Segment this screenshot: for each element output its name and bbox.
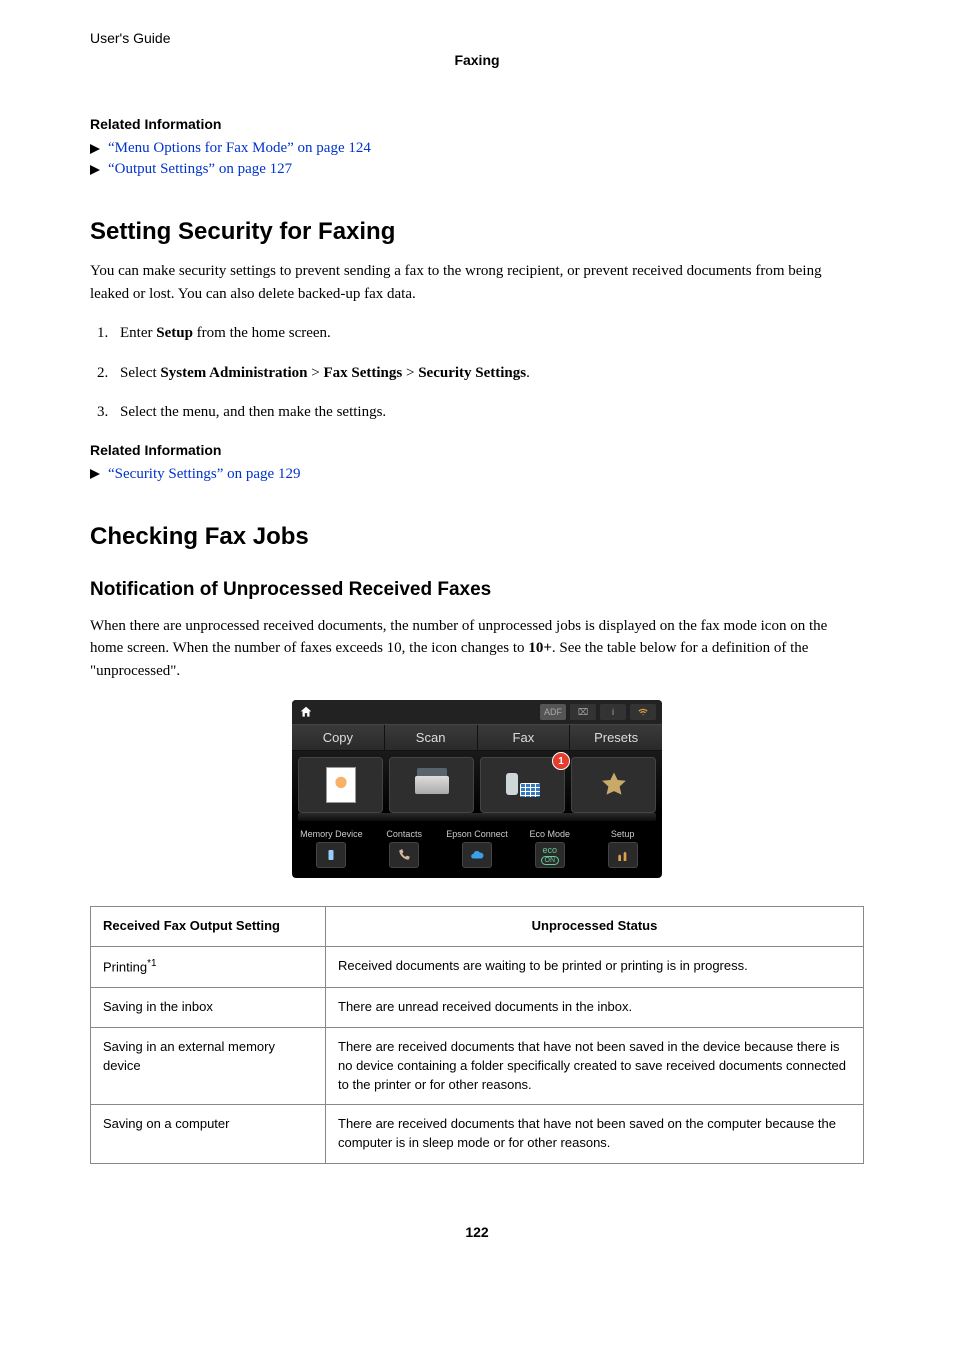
- table-cell: Printing*1: [91, 946, 326, 987]
- tab-fax[interactable]: Fax: [478, 725, 571, 750]
- table-cell: Saving in the inbox: [91, 988, 326, 1028]
- shortcut-epson-connect[interactable]: Epson Connect: [444, 829, 511, 868]
- memory-device-icon: [316, 842, 346, 868]
- copy-icon: [326, 767, 356, 803]
- shortcut-eco-mode[interactable]: Eco Mode eco ON: [516, 829, 583, 868]
- shortcut-label: Epson Connect: [446, 829, 508, 839]
- related-info-heading: Related Information: [90, 116, 864, 132]
- scanner-icon: [415, 776, 449, 794]
- contacts-icon: [389, 842, 419, 868]
- shortcut-label: Memory Device: [300, 829, 363, 839]
- unprocessed-badge: 1: [552, 752, 570, 770]
- shortcut-setup[interactable]: Setup: [589, 829, 656, 868]
- table-cell: There are unread received documents in t…: [326, 988, 864, 1028]
- table-cell: Saving on a computer: [91, 1105, 326, 1164]
- status-bar: ADF ⌧ i: [292, 700, 662, 724]
- related-info-heading: Related Information: [90, 442, 864, 458]
- step-item: Enter Setup from the home screen.: [112, 321, 864, 347]
- table-cell: Saving in an external memory device: [91, 1027, 326, 1105]
- tile-fax[interactable]: 1: [480, 757, 565, 813]
- main-tabs: Copy Scan Fax Presets: [292, 724, 662, 751]
- table-header: Received Fax Output Setting: [91, 907, 326, 947]
- adf-indicator: ADF: [540, 704, 566, 720]
- table-row: Saving in an external memory device Ther…: [91, 1027, 864, 1105]
- step-text: >: [308, 365, 324, 381]
- arrow-icon: [90, 469, 100, 479]
- arrow-icon: [90, 144, 100, 154]
- heading-checking-fax-jobs: Checking Fax Jobs: [90, 523, 864, 551]
- step-text: Enter: [120, 325, 156, 341]
- doc-link[interactable]: “Output Settings” on page 127: [108, 161, 292, 178]
- subheading-notification: Notification of Unprocessed Received Fax…: [90, 579, 864, 601]
- shortcut-contacts[interactable]: Contacts: [371, 829, 438, 868]
- star-icon: [597, 768, 631, 802]
- table-cell: There are received documents that have n…: [326, 1027, 864, 1105]
- tile-presets[interactable]: [571, 757, 656, 813]
- step-text: from the home screen.: [193, 325, 331, 341]
- network-icon: [630, 704, 656, 720]
- shortcut-label: Setup: [611, 829, 635, 839]
- unprocessed-status-table: Received Fax Output Setting Unprocessed …: [90, 906, 864, 1164]
- doc-link[interactable]: “Security Settings” on page 129: [108, 466, 300, 483]
- heading-setting-security: Setting Security for Faxing: [90, 218, 864, 246]
- tab-scan[interactable]: Scan: [385, 725, 478, 750]
- tab-copy[interactable]: Copy: [292, 725, 385, 750]
- table-cell: There are received documents that have n…: [326, 1105, 864, 1164]
- table-row: Saving on a computer There are received …: [91, 1105, 864, 1164]
- arrow-icon: [90, 165, 100, 175]
- info-icon: i: [600, 704, 626, 720]
- step-item: Select System Administration > Fax Setti…: [112, 361, 864, 387]
- card-icon: ⌧: [570, 704, 596, 720]
- step-text: .: [526, 365, 530, 381]
- tile-scan[interactable]: [389, 757, 474, 813]
- home-icon: [298, 705, 314, 719]
- cloud-icon: [462, 842, 492, 868]
- setup-icon: [608, 842, 638, 868]
- step-text: Select: [120, 365, 160, 381]
- tile-copy[interactable]: [298, 757, 383, 813]
- paragraph: You can make security settings to preven…: [90, 260, 864, 305]
- table-header: Unprocessed Status: [326, 907, 864, 947]
- table-cell: Received documents are waiting to be pri…: [326, 946, 864, 987]
- page-number: 122: [90, 1224, 864, 1240]
- shortcut-label: Eco Mode: [530, 829, 571, 839]
- section-name: Faxing: [90, 52, 864, 68]
- tab-presets[interactable]: Presets: [570, 725, 662, 750]
- step-item: Select the menu, and then make the setti…: [112, 400, 864, 426]
- eco-icon: eco ON: [535, 842, 565, 868]
- ui-term: Setup: [156, 325, 193, 341]
- shortcut-label: Contacts: [386, 829, 422, 839]
- step-text: >: [402, 365, 418, 381]
- paragraph: When there are unprocessed received docu…: [90, 615, 864, 683]
- ui-term: Fax Settings: [323, 365, 402, 381]
- shortcut-memory-device[interactable]: Memory Device: [298, 829, 365, 868]
- ui-term: Security Settings: [418, 365, 526, 381]
- doc-link[interactable]: “Menu Options for Fax Mode” on page 124: [108, 140, 371, 157]
- table-row: Saving in the inbox There are unread rec…: [91, 988, 864, 1028]
- ui-term: System Administration: [160, 365, 307, 381]
- table-row: Printing*1 Received documents are waitin…: [91, 946, 864, 987]
- fax-icon: [506, 773, 540, 797]
- guide-label: User's Guide: [90, 30, 864, 46]
- shelf-divider: [298, 813, 656, 821]
- printer-home-screen: ADF ⌧ i Copy Scan Fax Presets 1: [292, 700, 662, 878]
